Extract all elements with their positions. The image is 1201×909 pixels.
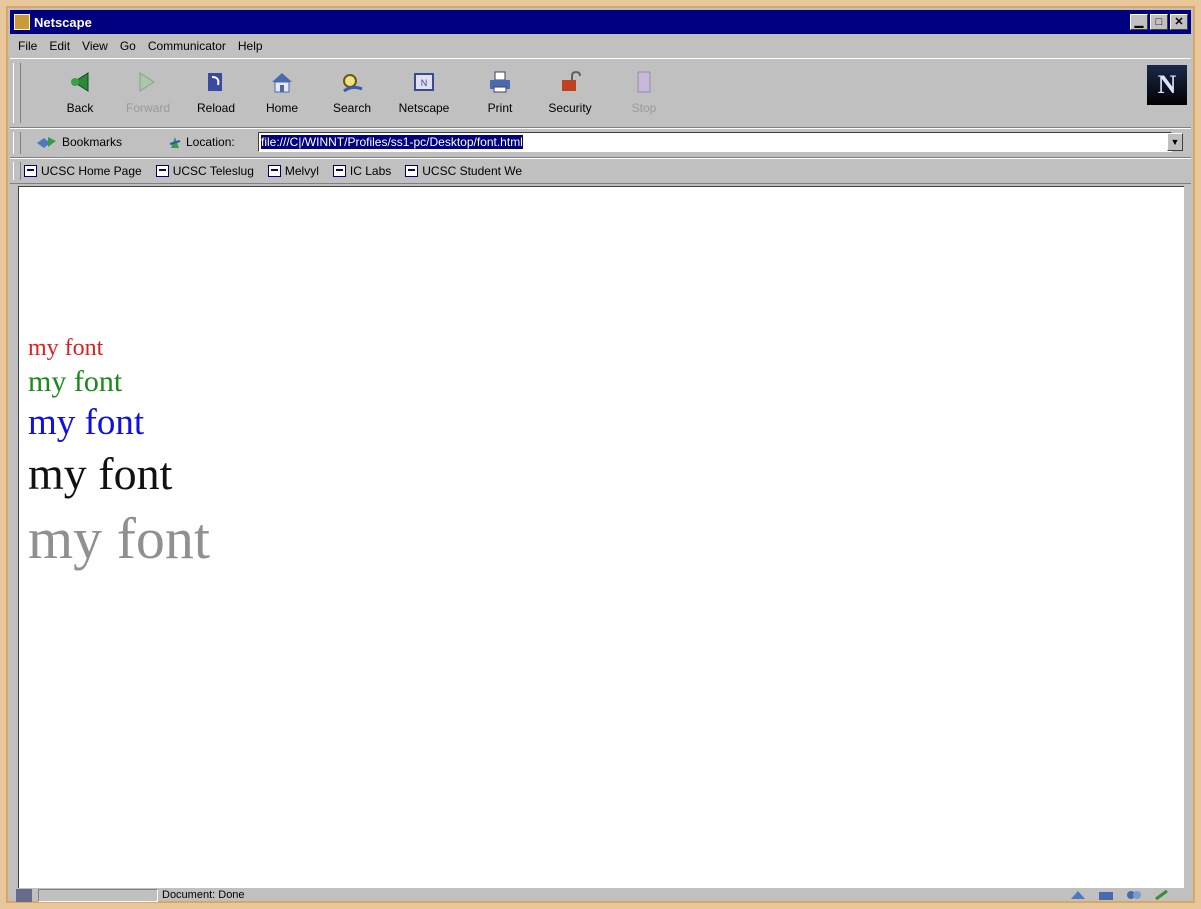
link-melvyl[interactable]: Melvyl — [267, 164, 319, 178]
discussions-icon[interactable] — [1125, 889, 1143, 901]
netscape-logo[interactable]: N — [1147, 65, 1187, 105]
browser-window: Netscape ▁ □ ✕ File Edit View Go Communi… — [6, 6, 1195, 903]
link-label: UCSC Teleslug — [172, 164, 254, 178]
reload-label: Reload — [196, 101, 236, 115]
search-button[interactable]: Search — [322, 67, 382, 121]
forward-label: Forward — [125, 101, 170, 115]
status-text: Document: Done — [162, 889, 245, 901]
menu-file[interactable]: File — [18, 39, 37, 53]
link-ic-labs[interactable]: IC Labs — [332, 164, 392, 178]
location-input[interactable]: file:///C|/WINNT/Profiles/ss1-pc/Desktop… — [258, 132, 1172, 152]
window-controls: ▁ □ ✕ — [1130, 14, 1188, 30]
minimize-button[interactable]: ▁ — [1130, 14, 1148, 30]
bookmarks-button[interactable]: Bookmarks — [36, 135, 122, 149]
navigator-icon[interactable] — [1069, 889, 1087, 901]
search-icon — [343, 74, 363, 93]
location-label-group: Location: — [168, 135, 235, 149]
composer-icon[interactable] — [1153, 889, 1171, 901]
progress-segment — [38, 889, 158, 902]
font-line-5: my font — [28, 506, 211, 571]
security-label: Security — [548, 101, 592, 115]
link-ucsc-teleslug[interactable]: UCSC Teleslug — [155, 164, 254, 178]
print-button[interactable]: Print — [470, 67, 530, 121]
link-page-icon — [155, 165, 169, 177]
reload-button[interactable]: Reload — [186, 67, 246, 121]
location-page-icon — [169, 137, 181, 148]
status-bar: Document: Done — [10, 889, 1191, 903]
mail-icon[interactable] — [1097, 889, 1115, 901]
back-button[interactable]: Back — [50, 67, 110, 121]
maximize-button[interactable]: □ — [1150, 14, 1168, 30]
print-label: Print — [487, 101, 513, 115]
menu-help[interactable]: Help — [238, 39, 263, 53]
font-line-1: my font — [28, 335, 104, 361]
location-label: Location: — [186, 135, 235, 149]
netscape-button[interactable]: N Netscape — [394, 67, 454, 121]
home-icon — [272, 73, 292, 93]
search-label: Search — [332, 101, 372, 115]
stop-icon — [637, 71, 651, 93]
printer-icon — [490, 71, 510, 93]
reload-icon — [208, 73, 222, 91]
link-ucsc-home-page[interactable]: UCSC Home Page — [24, 164, 142, 178]
font-line-4: my font — [28, 448, 173, 499]
link-label: Melvyl — [284, 164, 319, 178]
location-grip[interactable] — [13, 132, 21, 154]
link-label: IC Labs — [349, 164, 392, 178]
bookmarks-label: Bookmarks — [62, 135, 123, 149]
personal-toolbar: UCSC Home Page UCSC Teleslug Melvyl IC L… — [10, 158, 1191, 184]
location-url: file:///C|/WINNT/Profiles/ss1-pc/Desktop… — [261, 135, 523, 149]
forward-button[interactable]: Forward — [118, 67, 178, 121]
menu-edit[interactable]: Edit — [49, 39, 70, 53]
svg-text:N: N — [421, 78, 428, 88]
navigation-toolbar: Back Forward Reload Home Search N Netsca… — [10, 58, 1191, 128]
font-line-3: my font — [28, 402, 145, 443]
close-button[interactable]: ✕ — [1170, 14, 1188, 30]
home-button[interactable]: Home — [252, 67, 312, 121]
location-toolbar: Bookmarks Location: file:///C|/WINNT/Pro… — [10, 128, 1191, 158]
page-content[interactable]: my font my font my font my font my font — [18, 186, 1184, 888]
link-ucsc-student-web[interactable]: UCSC Student We — [405, 164, 522, 178]
links-grip[interactable] — [13, 162, 21, 180]
title-bar[interactable]: Netscape ▁ □ ✕ — [10, 10, 1191, 34]
stop-label: Stop — [631, 101, 657, 115]
bookmarks-icon — [37, 137, 56, 148]
netscape-label: Netscape — [398, 101, 450, 115]
stop-button[interactable]: Stop — [614, 67, 674, 121]
netscape-portal-icon: N — [414, 73, 434, 91]
netscape-app-icon — [14, 14, 30, 30]
menu-view[interactable]: View — [82, 39, 108, 53]
home-label: Home — [265, 101, 298, 115]
link-page-icon — [332, 165, 346, 177]
menu-communicator[interactable]: Communicator — [148, 39, 226, 53]
font-line-2: my font — [28, 365, 123, 398]
menu-bar: File Edit View Go Communicator Help — [10, 36, 1191, 56]
link-page-icon — [267, 165, 281, 177]
padlock-icon — [562, 70, 581, 91]
link-label: UCSC Home Page — [41, 164, 142, 178]
location-dropdown-button[interactable]: ▼ — [1167, 133, 1183, 151]
security-button[interactable]: Security — [540, 67, 600, 121]
back-arrow-icon — [71, 72, 89, 92]
forward-arrow-icon — [139, 72, 155, 92]
back-label: Back — [66, 101, 94, 115]
link-page-icon — [405, 165, 419, 177]
link-page-icon — [24, 165, 37, 177]
window-title: Netscape — [34, 14, 92, 30]
toolbar-grip[interactable] — [13, 63, 21, 123]
security-status-icon[interactable] — [16, 889, 32, 902]
menu-go[interactable]: Go — [120, 39, 136, 53]
component-bar — [1069, 889, 1171, 901]
link-label: UCSC Student We — [422, 164, 523, 178]
